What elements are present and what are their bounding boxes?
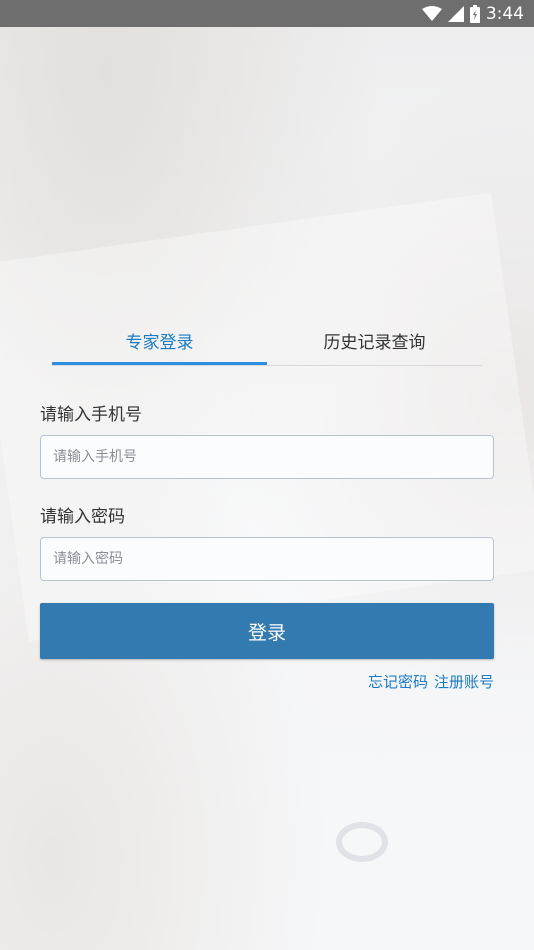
account-links: 忘记密码 注册账号 (368, 671, 494, 692)
status-bar: 3:44 (0, 0, 534, 27)
signal-icon (447, 5, 464, 22)
tab-history-query[interactable]: 历史记录查询 (267, 322, 482, 365)
battery-icon (469, 4, 480, 23)
password-label: 请输入密码 (40, 507, 125, 527)
login-tabs: 专家登录 历史记录查询 (52, 322, 482, 366)
tab-expert-login[interactable]: 专家登录 (52, 322, 267, 365)
phone-label: 请输入手机号 (40, 405, 142, 425)
forgot-password-link[interactable]: 忘记密码 (368, 671, 428, 692)
status-time: 3:44 (485, 3, 524, 24)
password-input[interactable] (40, 537, 494, 581)
login-button[interactable]: 登录 (40, 603, 494, 659)
register-link[interactable]: 注册账号 (434, 671, 494, 692)
wifi-icon (421, 5, 442, 22)
phone-input[interactable] (40, 435, 494, 479)
background-decoration (336, 822, 388, 862)
background-image (0, 27, 534, 950)
